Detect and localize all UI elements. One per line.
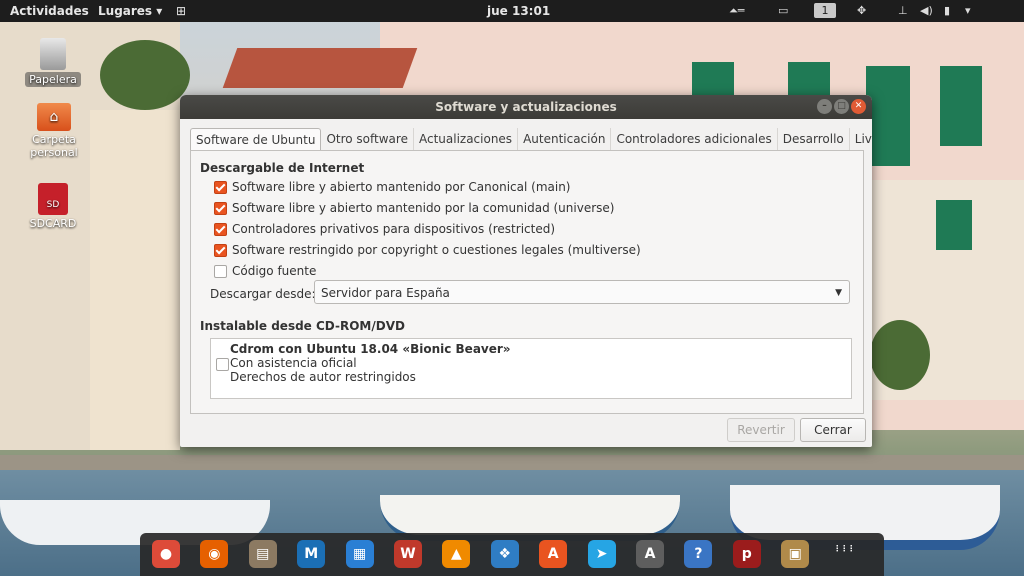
- updater-icon[interactable]: A: [636, 540, 664, 568]
- trash-icon: [40, 38, 66, 70]
- checkbox-universe[interactable]: Software libre y abierto mantenido por l…: [214, 199, 614, 217]
- section-cdrom: Instalable desde CD-ROM/DVD: [200, 319, 405, 333]
- wps-icon[interactable]: W: [394, 540, 422, 568]
- software-center-icon[interactable]: A: [539, 540, 568, 568]
- firefox-icon[interactable]: ◉: [200, 540, 229, 568]
- desktop-icon-label: Carpeta personal: [30, 133, 78, 159]
- cdrom-title: Cdrom con Ubuntu 18.04 «Bionic Beaver»: [230, 342, 511, 356]
- sdcard-icon: SD: [38, 183, 68, 215]
- chevron-down-icon: ▾: [156, 4, 163, 18]
- tab-authentication[interactable]: Autenticación: [518, 128, 612, 150]
- dialog-title: Software y actualizaciones: [435, 100, 617, 114]
- checkbox-checked[interactable]: [214, 201, 227, 215]
- checkbox-unchecked[interactable]: [214, 264, 227, 278]
- checkbox-checked[interactable]: [214, 222, 227, 236]
- checkbox-source-code[interactable]: Código fuente: [214, 262, 316, 280]
- wallpaper-tree: [870, 320, 930, 390]
- section-internet: Descargable de Internet: [200, 161, 365, 175]
- checkbox-label: Software libre y abierto mantenido por C…: [232, 180, 571, 194]
- home-folder-icon: ⌂: [37, 103, 71, 131]
- wallpaper-shutter: [940, 66, 982, 146]
- desktop-icon-trash[interactable]: Papelera: [18, 38, 88, 87]
- clock[interactable]: jue 13:01: [487, 0, 550, 22]
- checkbox-checked[interactable]: [214, 180, 227, 194]
- wallpaper-shutter: [788, 62, 830, 96]
- shotwell-icon[interactable]: ❖: [490, 540, 519, 568]
- show-apps-icon[interactable]: ⋮⋮⋮: [830, 540, 858, 568]
- checkbox-label: Controladores privativos para dispositiv…: [232, 222, 556, 236]
- download-from-label: Descargar desde:: [210, 287, 316, 301]
- download-server-select[interactable]: Servidor para España ▼: [314, 280, 850, 304]
- checkbox-multiverse[interactable]: Software restringido por copyright o cue…: [214, 241, 641, 259]
- archive-icon[interactable]: ▣: [781, 540, 810, 568]
- vlc-icon[interactable]: ▲: [442, 540, 471, 568]
- screen-icon[interactable]: ▭: [778, 0, 788, 22]
- close-icon[interactable]: ✕: [851, 99, 866, 114]
- help-icon[interactable]: ?: [684, 540, 713, 568]
- pdftk-icon[interactable]: p: [732, 540, 761, 568]
- dialog-tabs: Software de Ubuntu Otro software Actuali…: [190, 128, 872, 151]
- chrome-icon[interactable]: ●: [152, 540, 180, 568]
- volume-icon[interactable]: ◀): [920, 0, 933, 22]
- battery-icon[interactable]: ▮: [944, 0, 950, 22]
- desktop-icon-personal-folder[interactable]: ⌂ Carpeta personal: [18, 103, 90, 159]
- desktop-icon-label: Papelera: [25, 72, 81, 87]
- checkbox-label: Código fuente: [232, 264, 317, 278]
- checkbox-restricted[interactable]: Controladores privativos para dispositiv…: [214, 220, 555, 238]
- chevron-down-icon[interactable]: ▾: [965, 0, 971, 22]
- places-menu[interactable]: Lugares ▾: [98, 0, 162, 22]
- download-server-value: Servidor para España: [321, 286, 450, 300]
- files-icon[interactable]: ▤: [248, 540, 277, 568]
- dropdown-arrow-icon: ▼: [835, 288, 842, 298]
- checkbox-label: Software restringido por copyright o cue…: [232, 243, 641, 257]
- cdrom-item[interactable]: Cdrom con Ubuntu 18.04 «Bionic Beaver» C…: [230, 342, 511, 384]
- wallpaper-shutter: [866, 66, 910, 166]
- desktop-icon-sdcard[interactable]: SD SDCARD: [18, 183, 88, 230]
- checkbox-main[interactable]: Software libre y abierto mantenido por C…: [214, 178, 570, 196]
- cdrom-list: Cdrom con Ubuntu 18.04 «Bionic Beaver» C…: [210, 338, 852, 399]
- software-updates-dialog: Software y actualizaciones – □ ✕ Softwar…: [180, 95, 872, 447]
- dock: ● ◉ ▤ M ▦ W ▲ ❖ A ➤ A? p ▣ ⋮⋮⋮: [140, 533, 884, 576]
- places-label: Lugares: [98, 4, 153, 18]
- telegram-icon[interactable]: ➤: [587, 540, 616, 568]
- checkbox-label: Software libre y abierto mantenido por l…: [232, 201, 615, 215]
- tab-panel: Descargable de Internet Software libre y…: [190, 150, 864, 414]
- tab-software-ubuntu[interactable]: Software de Ubuntu: [190, 128, 322, 151]
- workspace-indicator[interactable]: 1: [814, 3, 836, 18]
- tab-updates[interactable]: Actualizaciones: [414, 128, 519, 150]
- close-button[interactable]: Cerrar: [800, 418, 866, 442]
- writer-icon[interactable]: ▦: [345, 540, 374, 568]
- top-bar: Actividades Lugares ▾ ⊞ jue 13:01 ⏶═ ▭ 1…: [0, 0, 1024, 22]
- dialog-titlebar[interactable]: Software y actualizaciones – □ ✕: [180, 95, 872, 119]
- wallpaper-shutter: [936, 200, 972, 250]
- mindmap-icon[interactable]: M: [297, 540, 326, 568]
- wallpaper-tree: [100, 40, 190, 110]
- tab-additional-drivers[interactable]: Controladores adicionales: [611, 128, 778, 150]
- tab-developer[interactable]: Desarrollo: [778, 128, 850, 150]
- minimize-icon[interactable]: –: [817, 99, 832, 114]
- cdrom-support: Con asistencia oficial: [230, 356, 357, 370]
- apps-grid-icon[interactable]: ⊞: [176, 0, 186, 22]
- cdrom-copyright: Derechos de autor restringidos: [230, 370, 416, 384]
- desktop-icon-label: SDCARD: [29, 217, 77, 230]
- network-icon[interactable]: ⊥: [898, 0, 908, 22]
- tab-other-software[interactable]: Otro software: [321, 128, 414, 150]
- checkbox-checked[interactable]: [214, 243, 227, 257]
- maximize-icon[interactable]: □: [834, 99, 849, 114]
- settings-icon[interactable]: ✥: [857, 0, 866, 22]
- wallpaper-building: [90, 110, 180, 450]
- revert-button[interactable]: Revertir: [727, 418, 795, 442]
- cdrom-checkbox[interactable]: [216, 358, 229, 371]
- arrow-up-icon[interactable]: ⏶═: [729, 0, 744, 22]
- wallpaper-roof: [222, 48, 418, 88]
- wallpaper-shutter: [692, 62, 734, 96]
- tab-livepatch[interactable]: Livepatch: [850, 128, 872, 150]
- activities-button[interactable]: Actividades: [10, 0, 89, 22]
